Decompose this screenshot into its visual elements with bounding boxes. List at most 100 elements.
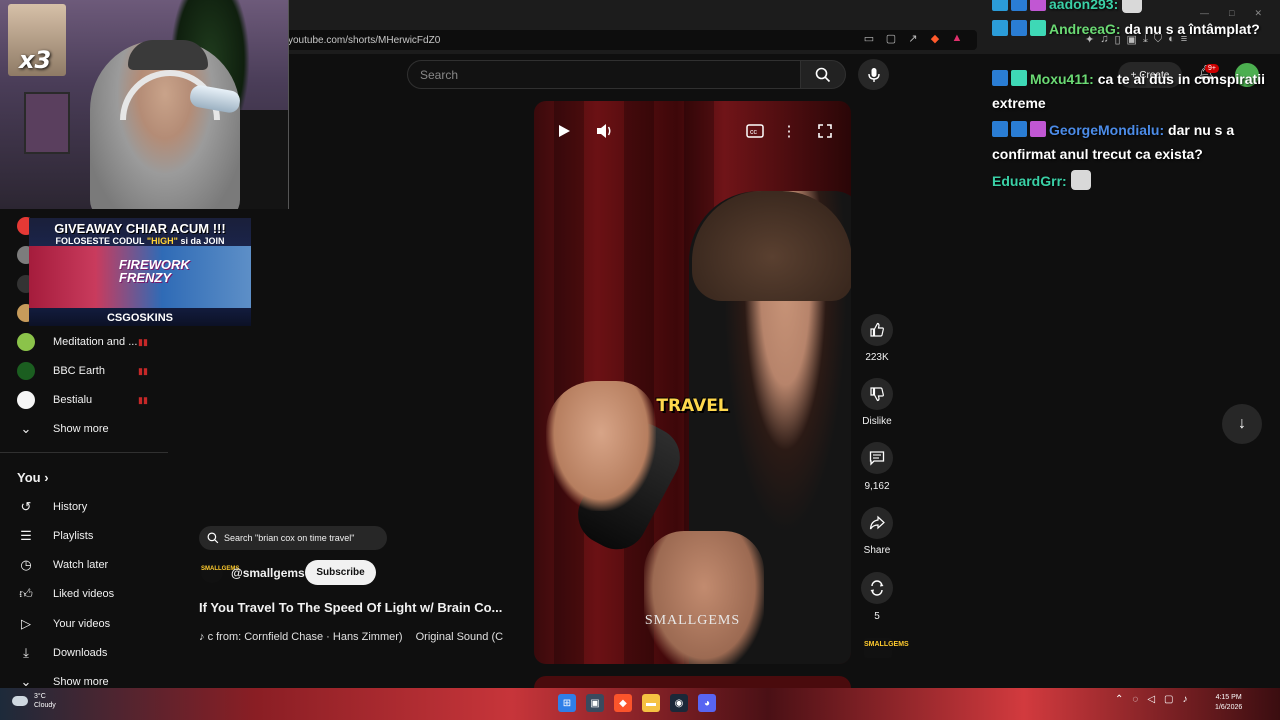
like-button[interactable] <box>861 314 893 346</box>
share-icon[interactable]: ↗ <box>906 32 920 45</box>
live-indicator-icon: ▮▮ <box>138 394 148 405</box>
taskbar-apps: ⊞ ▣ ◆ ▬ ◉ ◕ <box>558 694 716 712</box>
channel-avatar <box>17 362 35 380</box>
brave-rewards-icon[interactable]: ▲ <box>950 32 964 45</box>
volume-icon[interactable] <box>594 121 616 141</box>
your-videos-icon: ▷ <box>21 616 31 631</box>
streamer-cap <box>128 40 208 70</box>
music-track: c from: Cornfield Chase · Hans Zimmer) <box>207 631 403 643</box>
sidebar-item-watch-later[interactable]: ◷ Watch later <box>17 554 108 576</box>
chat-message: GeorgeMondialu: dar nu s a confirmat anu… <box>992 118 1272 166</box>
share-arrow-icon <box>869 515 885 530</box>
screen: — □ ✕ youtube.com/shorts/MHerwicFdZ0 ▭ ▢… <box>0 0 1280 720</box>
windows-start-icon[interactable]: ⊞ <box>558 694 576 712</box>
voice-search-button[interactable] <box>858 59 889 90</box>
video-caption: TRAVEL <box>656 396 729 416</box>
svg-text:cc: cc <box>750 129 758 136</box>
giveaway-title: GIVEAWAY CHIAR ACUM !!! <box>54 221 226 236</box>
more-options-icon[interactable]: ⋮ <box>780 121 798 141</box>
notification-icon[interactable]: ▢ <box>1164 694 1173 705</box>
fullscreen-icon[interactable] <box>814 121 836 141</box>
video-title[interactable]: If You Travel To The Speed Of Light w/ B… <box>199 600 525 615</box>
discord-icon[interactable]: ◕ <box>698 694 716 712</box>
related-search-chip[interactable]: Search "brian cox on time travel" <box>199 526 387 550</box>
liked-icon: 👍︎ <box>19 586 33 601</box>
search-button[interactable] <box>800 60 846 89</box>
streamer-webcam: x3 <box>0 0 289 209</box>
channel-avatar[interactable]: SMALLGEMS <box>201 563 239 583</box>
chat-message: Moxu411: ca te ai dus in conspiratii ext… <box>992 67 1272 115</box>
giveaway-banner: GIVEAWAY CHIAR ACUM !!! FOLOSESTE CODUL … <box>29 218 251 326</box>
you-label: You <box>17 470 41 485</box>
subscription-item-bestialu[interactable]: Bestialu ▮▮ <box>17 389 148 411</box>
chat-username: EduardGrr: <box>992 173 1067 189</box>
original-sound-link[interactable]: Original Sound (C <box>416 631 503 643</box>
music-attribution[interactable]: ♪ c from: Cornfield Chase · Hans Zimmer)… <box>199 631 525 643</box>
chat-message: EduardGrr: <box>992 169 1272 193</box>
subscription-item-bbc-earth[interactable]: BBC Earth ▮▮ <box>17 360 148 382</box>
show-more-subscriptions[interactable]: ⌄ Show more <box>17 418 109 440</box>
sidebar-item-label: Watch later <box>53 559 109 571</box>
stream-chat-overlay: aadon293: AndreeaG: da nu s a întâmplat?… <box>992 0 1280 200</box>
webcam-background-monitor <box>24 92 70 154</box>
shorts-video-player[interactable]: TRAVEL SMALLGEMS cc ⋮ <box>534 101 851 664</box>
subscriber-badge-icon <box>992 70 1008 86</box>
subscription-name: Bestialu <box>53 394 93 406</box>
history-icon: ↺ <box>20 499 32 514</box>
cloud-icon <box>12 696 28 706</box>
giveaway-brand: CSGOSKINS <box>106 312 173 324</box>
subscribe-button[interactable]: Subscribe <box>305 560 376 585</box>
comments-button[interactable] <box>861 442 893 474</box>
music-note-icon: ♪ <box>199 631 205 643</box>
captions-icon[interactable]: cc <box>744 121 766 141</box>
remix-button[interactable] <box>861 572 893 604</box>
sidebar-item-label: Liked videos <box>53 588 115 600</box>
search-icon <box>815 67 831 82</box>
sidebar-item-label: Downloads <box>53 647 108 659</box>
show-more-label: Show more <box>53 676 109 688</box>
video-watermark: SMALLGEMS <box>644 613 741 628</box>
hype-badge-icon <box>1011 70 1027 86</box>
sidebar-item-downloads[interactable]: ⤓ Downloads <box>17 642 107 664</box>
sidebar-item-your-videos[interactable]: ▷ Your videos <box>17 613 110 635</box>
play-icon[interactable] <box>554 121 574 141</box>
weather-widget[interactable]: 3°C Cloudy <box>12 692 56 710</box>
share-button[interactable] <box>861 507 893 539</box>
brave-shield-icon[interactable]: ◆ <box>928 32 942 45</box>
playlists-icon: ☰ <box>20 528 32 543</box>
you-section-header[interactable]: You › <box>17 470 49 485</box>
network-icon[interactable]: ◌ <box>1132 694 1138 705</box>
dislike-button[interactable] <box>861 378 893 410</box>
share-label: Share <box>863 545 891 556</box>
steam-icon[interactable]: ◉ <box>670 694 688 712</box>
chevron-up-icon[interactable]: ⌃ <box>1115 694 1123 705</box>
sidebar-item-history[interactable]: ↺ History <box>17 496 88 518</box>
taskbar-clock[interactable]: 4:15 PM 1/6/2026 <box>1215 693 1242 713</box>
subscription-item-meditation[interactable]: Meditation and ... ▮▮ <box>17 331 148 353</box>
search-icon <box>207 532 219 544</box>
dislike-label: Dislike <box>862 416 892 427</box>
scroll-down-button[interactable]: ↓ <box>1222 404 1262 444</box>
cast-icon[interactable]: ▭ <box>862 32 876 45</box>
downloads-icon: ⤓ <box>23 645 29 660</box>
hype-badge-icon <box>1030 20 1046 36</box>
file-explorer-icon[interactable]: ▬ <box>642 694 660 712</box>
sidebar-item-liked-videos[interactable]: 👍︎ Liked videos <box>17 583 114 605</box>
volume-icon[interactable]: ♪ <box>1183 694 1188 705</box>
channel-handle[interactable]: @smallgems <box>231 566 305 580</box>
chat-emote <box>1070 170 1091 190</box>
watch-later-icon: ◷ <box>20 557 32 572</box>
comment-icon <box>869 451 885 466</box>
channel-avatar <box>17 391 35 409</box>
next-video-preview[interactable] <box>534 676 851 688</box>
sidebar-item-playlists[interactable]: ☰ Playlists <box>17 525 93 547</box>
channel-thumbnail[interactable]: SMALLGEMS <box>864 638 909 658</box>
speaker-icon[interactable]: ◁ <box>1147 694 1155 705</box>
page-icon[interactable]: ▢ <box>884 32 898 45</box>
search-input[interactable]: Search <box>407 60 801 89</box>
show-more-label: Show more <box>53 423 109 435</box>
chat-emote <box>1122 0 1143 13</box>
channel-avatar <box>17 333 35 351</box>
brave-browser-icon[interactable]: ◆ <box>614 694 632 712</box>
task-view-icon[interactable]: ▣ <box>586 694 604 712</box>
